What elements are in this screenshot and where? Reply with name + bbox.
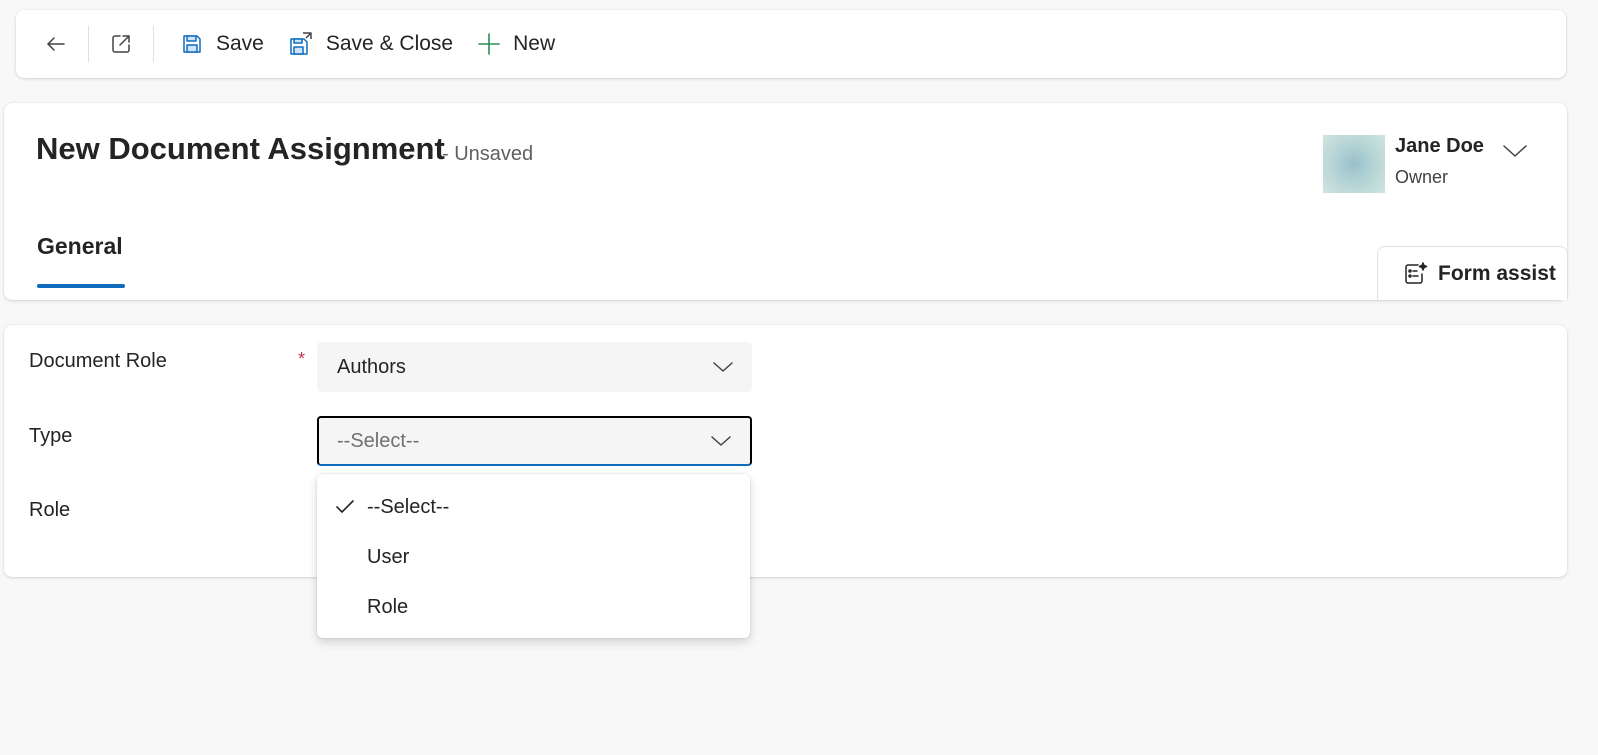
chevron-down-icon [710, 434, 732, 448]
form-assist-icon [1402, 261, 1428, 287]
open-in-new-window-icon [109, 32, 133, 56]
save-and-close-button[interactable]: Save & Close [276, 24, 465, 64]
dropdown-option-label: --Select-- [367, 495, 450, 518]
dropdown-option-label: Role [367, 595, 409, 618]
save-icon [180, 32, 204, 56]
new-label: New [513, 32, 556, 55]
role-label: Role [29, 499, 71, 521]
dropdown-option-user[interactable]: User [317, 532, 750, 582]
record-status: - Unsaved [442, 143, 534, 165]
checkmark-icon [335, 499, 355, 515]
form-assist-button[interactable]: Form assist [1377, 246, 1568, 300]
dropdown-option-label: User [367, 545, 410, 568]
arrow-left-icon [44, 32, 68, 56]
back-button[interactable] [38, 26, 74, 62]
type-value: --Select-- [337, 429, 420, 452]
tab-selected-indicator [37, 284, 125, 288]
command-separator [88, 26, 89, 62]
plus-icon [477, 32, 501, 56]
save-and-close-icon [288, 31, 314, 57]
save-button[interactable]: Save [168, 24, 276, 64]
dropdown-option-role[interactable]: Role [317, 582, 750, 632]
chevron-down-icon [712, 360, 734, 374]
command-separator [153, 26, 154, 62]
owner-expand-button[interactable] [1499, 139, 1531, 163]
document-role-label: Document Role [29, 350, 167, 372]
required-indicator: * [298, 349, 306, 369]
new-button[interactable]: New [465, 24, 567, 64]
open-in-new-window-button[interactable] [103, 26, 139, 62]
page-title: New Document Assignment [36, 131, 445, 166]
type-label: Type [29, 425, 73, 447]
general-section: Document Role * Authors Type --Select-- … [4, 325, 1567, 577]
form-assist-label: Form assist [1438, 261, 1556, 285]
record-header: New Document Assignment - Unsaved Jane D… [4, 103, 1568, 300]
document-role-select[interactable]: Authors [317, 342, 752, 392]
save-label: Save [216, 32, 264, 55]
owner-label: Owner [1395, 167, 1449, 187]
chevron-down-icon [1501, 142, 1529, 160]
type-dropdown-list: --Select-- User Role [317, 474, 750, 638]
type-select[interactable]: --Select-- [317, 416, 752, 466]
command-bar: Save Save & Close New [16, 10, 1566, 78]
tab-general[interactable]: General [37, 233, 123, 260]
owner-name[interactable]: Jane Doe [1395, 135, 1484, 158]
save-and-close-label: Save & Close [325, 32, 454, 55]
avatar [1323, 135, 1385, 193]
dropdown-option-select[interactable]: --Select-- [317, 482, 750, 532]
document-role-value: Authors [337, 355, 406, 378]
